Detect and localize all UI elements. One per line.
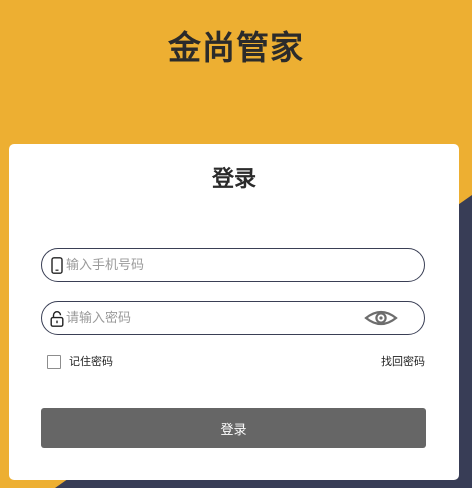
remember-label: 记住密码 — [69, 355, 113, 368]
app-title: 金尚管家 — [168, 28, 304, 67]
phone-field[interactable] — [41, 248, 425, 282]
forgot-password-link[interactable]: 找回密码 — [381, 354, 425, 370]
login-page: 金尚管家 登录 记住密码 — [0, 0, 472, 488]
remember-password[interactable]: 记住密码 — [47, 354, 113, 370]
phone-input[interactable] — [66, 249, 366, 281]
password-field[interactable] — [41, 301, 425, 335]
phone-icon — [51, 257, 63, 274]
password-input[interactable] — [66, 302, 366, 334]
login-button[interactable]: 登录 — [41, 408, 426, 448]
lock-icon — [50, 311, 64, 327]
login-card: 登录 记住密码 找回密码 登录 — [9, 144, 459, 480]
login-title: 登录 — [211, 167, 256, 192]
eye-icon[interactable] — [364, 308, 398, 328]
remember-checkbox[interactable] — [47, 355, 61, 369]
